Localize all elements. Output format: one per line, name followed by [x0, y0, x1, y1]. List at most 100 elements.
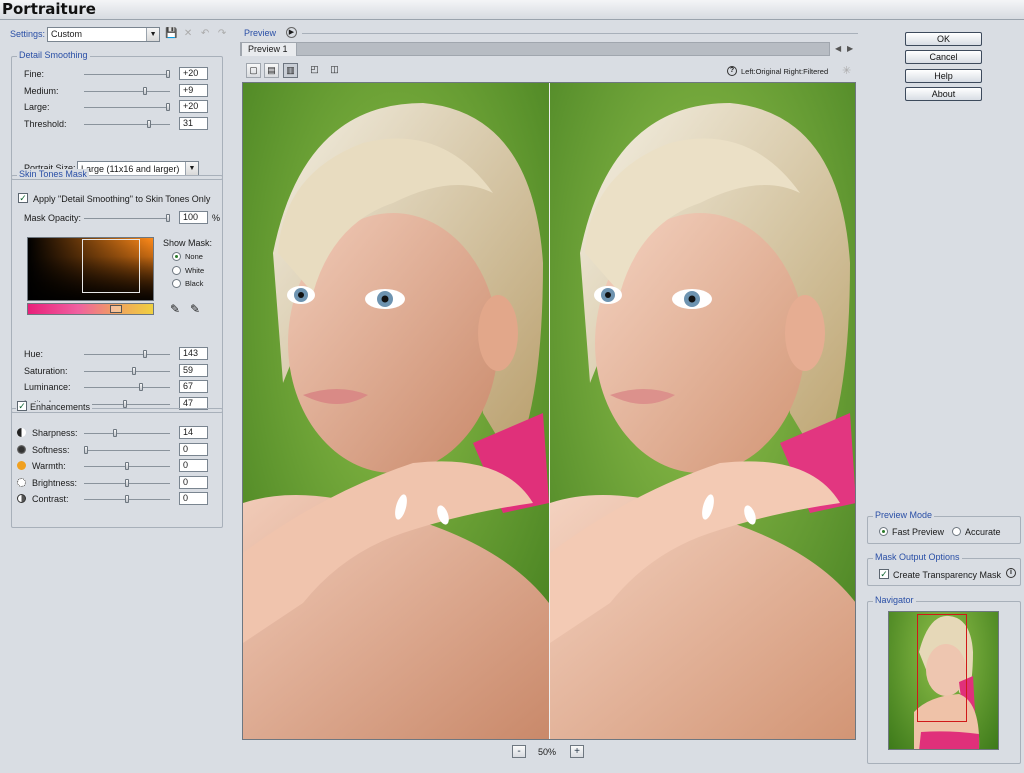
- show-mask-none-label: None: [185, 252, 203, 261]
- eyedropper-icon[interactable]: ✎: [170, 302, 180, 316]
- tab-next-icon[interactable]: ▶: [847, 44, 853, 53]
- transparency-mask-label: Create Transparency Mask: [893, 570, 1002, 580]
- help-icon[interactable]: ?: [727, 66, 737, 76]
- warmth-value[interactable]: 0: [179, 459, 208, 472]
- settings-preset-select[interactable]: Custom ▼: [47, 26, 161, 42]
- slider-thumb[interactable]: [166, 103, 170, 111]
- luminance-slider[interactable]: [84, 383, 170, 391]
- contrast-slider[interactable]: [84, 495, 170, 503]
- undo-icon[interactable]: ↶: [199, 28, 211, 40]
- slider-thumb[interactable]: [123, 399, 127, 408]
- contrast-value[interactable]: 0: [179, 492, 208, 505]
- hue-value[interactable]: 143: [179, 347, 208, 360]
- slider-thumb[interactable]: [132, 366, 136, 375]
- title-bar: Portraiture: [0, 0, 1024, 20]
- saturation-slider[interactable]: [84, 366, 170, 375]
- medium-row: Medium: +9: [12, 83, 222, 98]
- split-horizontal-icon[interactable]: ▤: [264, 63, 279, 78]
- app-title: Portraiture: [2, 0, 96, 18]
- saturation-value[interactable]: 59: [179, 363, 208, 377]
- apply-skin-tones-checkbox[interactable]: ✓: [18, 193, 28, 203]
- fast-preview-radio[interactable]: [879, 527, 888, 536]
- slider-thumb[interactable]: [143, 86, 147, 95]
- sharpness-row: Sharpness: 14: [12, 426, 222, 440]
- single-view-icon[interactable]: ▢: [246, 63, 261, 78]
- slider-thumb[interactable]: [125, 478, 129, 487]
- original-portrait-image: [243, 83, 549, 739]
- threshold-slider[interactable]: [84, 119, 170, 128]
- eyedropper-plus-icon[interactable]: ✎: [190, 302, 200, 316]
- fine-row: Fine: +20: [12, 67, 222, 81]
- original-preview[interactable]: [243, 83, 549, 739]
- slider-thumb[interactable]: [125, 495, 129, 503]
- fine-slider[interactable]: [84, 70, 170, 78]
- preview-image-frame[interactable]: [242, 82, 856, 740]
- mask-opacity-value[interactable]: 100: [179, 211, 208, 224]
- mask-opacity-slider[interactable]: [84, 214, 170, 222]
- chevron-down-icon: ▼: [185, 162, 198, 175]
- contrast-row: Contrast: 0: [12, 492, 222, 506]
- medium-value[interactable]: +9: [179, 83, 208, 97]
- navigator-thumbnail[interactable]: [888, 611, 999, 750]
- preview-mode-group: Preview Mode Fast Preview Accurate: [867, 510, 1021, 544]
- zoom-out-button[interactable]: -: [512, 745, 526, 758]
- large-label: Large:: [24, 102, 50, 112]
- split-vertical-icon[interactable]: ▥: [283, 63, 298, 78]
- sharpness-value[interactable]: 14: [179, 426, 208, 439]
- latitude-slider[interactable]: [84, 399, 170, 408]
- slider-thumb[interactable]: [147, 119, 151, 128]
- luminance-value[interactable]: 67: [179, 380, 208, 393]
- ok-button[interactable]: OK: [905, 32, 982, 46]
- brightness-slider[interactable]: [84, 478, 170, 487]
- accurate-radio[interactable]: [952, 527, 961, 536]
- zoom-in-button[interactable]: +: [570, 745, 584, 758]
- slider-thumb[interactable]: [139, 383, 143, 391]
- about-button[interactable]: About: [905, 87, 982, 101]
- slider-thumb[interactable]: [166, 214, 170, 222]
- medium-label: Medium:: [24, 85, 59, 96]
- save-icon[interactable]: 💾: [165, 28, 177, 40]
- slider-thumb[interactable]: [143, 350, 147, 358]
- brightness-value[interactable]: 0: [179, 475, 208, 489]
- info-icon[interactable]: i: [1006, 568, 1016, 578]
- show-mask-white-radio[interactable]: [172, 265, 181, 275]
- preview-divider-line: [302, 33, 858, 34]
- skin-tone-color-picker[interactable]: [27, 237, 154, 301]
- navigator-viewport-box[interactable]: [917, 614, 967, 722]
- percent-unit: %: [212, 213, 221, 223]
- warmth-slider[interactable]: [84, 462, 170, 470]
- slider-thumb[interactable]: [125, 462, 129, 470]
- add-preview-icon[interactable]: ◰: [307, 63, 322, 78]
- redo-icon[interactable]: ↷: [216, 28, 228, 40]
- medium-slider[interactable]: [84, 86, 170, 95]
- transparency-mask-checkbox[interactable]: ✓: [879, 569, 889, 579]
- cancel-button[interactable]: Cancel: [905, 50, 982, 64]
- hue-range-marker[interactable]: [110, 305, 122, 313]
- help-button[interactable]: Help: [905, 69, 982, 83]
- large-slider[interactable]: [84, 103, 170, 111]
- softness-value[interactable]: 0: [179, 442, 208, 456]
- show-mask-black-radio[interactable]: [172, 279, 181, 288]
- enhancements-checkbox[interactable]: ✓: [17, 401, 27, 411]
- hue-slider[interactable]: [84, 350, 170, 358]
- slider-thumb[interactable]: [113, 429, 117, 437]
- preview-expand-icon[interactable]: ▶: [286, 27, 297, 38]
- portrait-size-select[interactable]: Large (11x16 and larger) ▼: [77, 161, 199, 176]
- mask-output-legend: Mask Output Options: [873, 552, 962, 562]
- tab-preview-1[interactable]: Preview 1: [241, 42, 297, 56]
- show-mask-white-label: White: [185, 265, 205, 275]
- fine-value[interactable]: +20: [179, 67, 208, 80]
- threshold-value[interactable]: 31: [179, 116, 208, 130]
- slider-thumb[interactable]: [166, 70, 170, 78]
- compare-icon[interactable]: ◫: [327, 63, 342, 78]
- softness-slider[interactable]: [84, 445, 170, 454]
- hue-strip[interactable]: [27, 303, 154, 315]
- delete-icon[interactable]: ✕: [182, 28, 194, 40]
- slider-thumb[interactable]: [84, 445, 88, 454]
- show-mask-none-radio[interactable]: [172, 252, 181, 261]
- filtered-preview[interactable]: [550, 83, 855, 739]
- tab-prev-icon[interactable]: ◀: [835, 44, 841, 53]
- color-selection-box[interactable]: [82, 239, 140, 293]
- sharpness-slider[interactable]: [84, 429, 170, 437]
- large-value[interactable]: +20: [179, 100, 208, 113]
